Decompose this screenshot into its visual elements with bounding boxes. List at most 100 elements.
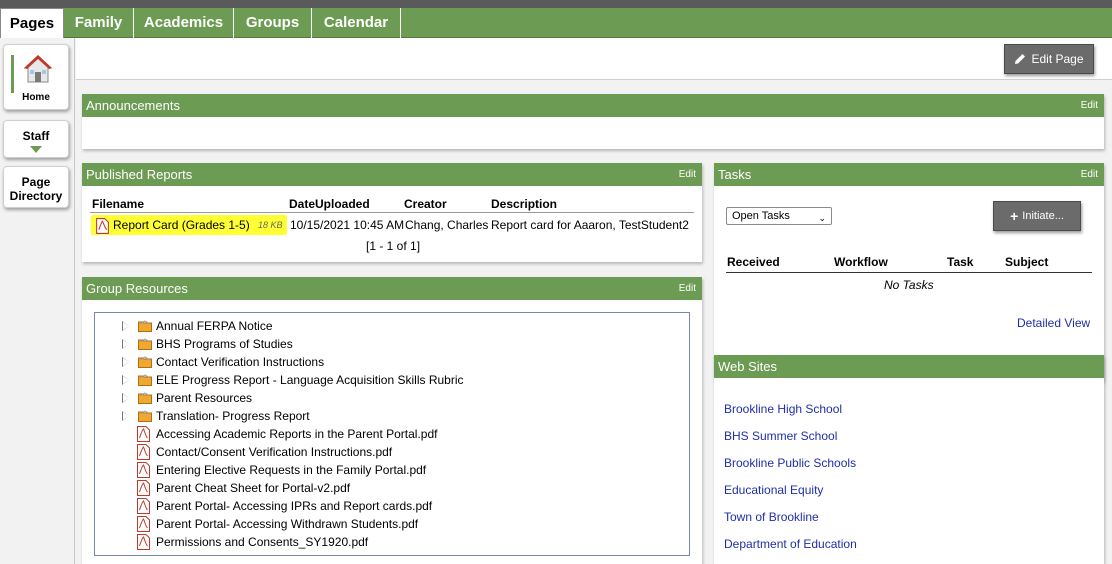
page-toolbar: Edit Page [76, 38, 1112, 80]
pdf-icon [137, 534, 150, 550]
tree-file[interactable]: Entering Elective Requests in the Family… [95, 461, 685, 479]
folder-icon [138, 374, 152, 386]
tree-folder[interactable]: Parent Resources [95, 389, 685, 407]
header-divider [90, 212, 694, 213]
tree-folder-label: Contact Verification Instructions [156, 355, 325, 369]
tree-file-label: Parent Portal- Accessing Withdrawn Stude… [156, 517, 419, 531]
folder-icon [138, 356, 152, 368]
tab-calendar[interactable]: Calendar [312, 8, 401, 38]
pdf-icon [137, 480, 150, 496]
nav-home-button[interactable]: Home [3, 44, 69, 110]
announcements-title: Announcements [86, 98, 180, 113]
website-link[interactable]: Educational Equity [724, 483, 823, 497]
tree-file[interactable]: Parent Portal- Accessing IPRs and Report… [95, 497, 685, 515]
tasks-edit-link[interactable]: Edit [1081, 163, 1098, 186]
edit-page-label: Edit Page [1031, 52, 1084, 66]
tree-file-label: Permissions and Consents_SY1920.pdf [156, 535, 369, 549]
tab-family[interactable]: Family [64, 8, 134, 38]
website-link[interactable]: Town of Brookline [724, 510, 819, 524]
tree-folder[interactable]: ELE Progress Report - Language Acquisiti… [95, 371, 685, 389]
folder-icon [138, 410, 152, 422]
published-reports-edit-link[interactable]: Edit [679, 163, 696, 186]
tab-academics[interactable]: Academics [134, 8, 234, 38]
task-filter-select[interactable]: Open Tasks ⌄ [726, 207, 832, 225]
initiate-label: Initiate... [1022, 210, 1064, 222]
plus-icon: + [1010, 208, 1019, 224]
pencil-icon [1015, 54, 1026, 64]
tree-file[interactable]: Contact/Consent Verification Instruction… [95, 443, 685, 461]
nav-page-directory-button[interactable]: Page Directory [3, 166, 69, 208]
detailed-view-link[interactable]: Detailed View [1017, 316, 1090, 330]
col-task: Task [947, 255, 974, 269]
announcements-panel: Announcements Edit [82, 94, 1104, 149]
initiate-button[interactable]: + Initiate... [993, 201, 1081, 231]
tree-file[interactable]: Parent Portal- Accessing Withdrawn Stude… [95, 515, 685, 533]
tree-folder-label: Annual FERPA Notice [156, 319, 273, 333]
nav-staff-button[interactable]: Staff [3, 120, 69, 158]
caret-down-icon [30, 146, 42, 153]
tree-folder-label: BHS Programs of Studies [156, 337, 293, 351]
tree-folder[interactable]: Contact Verification Instructions [95, 353, 685, 371]
top-strip [0, 0, 1112, 8]
tree-folder[interactable]: Annual FERPA Notice [95, 317, 685, 335]
published-reports-title: Published Reports [86, 167, 193, 182]
website-link[interactable]: Brookline Public Schools [724, 456, 856, 470]
tree-file[interactable]: Permissions and Consents_SY1920.pdf [95, 533, 685, 551]
pdf-icon [137, 462, 150, 478]
col-subject: Subject [1005, 255, 1049, 269]
tasks-header: Tasks Edit [714, 163, 1104, 186]
announcements-header: Announcements Edit [82, 94, 1104, 117]
col-workflow: Workflow [834, 255, 888, 269]
no-tasks-text: No Tasks [884, 278, 934, 292]
col-description: Description [491, 197, 558, 211]
tree-folder[interactable]: Translation- Progress Report [95, 407, 685, 425]
report-date-uploaded: 10/15/2021 10:45 AM [290, 218, 405, 232]
pdf-icon [137, 516, 150, 532]
published-reports-header: Published Reports Edit [82, 163, 702, 186]
col-date-uploaded: DateUploaded [289, 197, 370, 211]
nav-home-label: Home [22, 92, 50, 103]
tab-pages[interactable]: Pages [0, 8, 64, 39]
tree-file-label: Contact/Consent Verification Instruction… [156, 445, 393, 459]
tree-folder-label: Translation- Progress Report [156, 409, 310, 423]
tree-folder-label: ELE Progress Report - Language Acquisiti… [156, 373, 464, 387]
web-sites-panel: Web Sites Brookline High School BHS Summ… [714, 355, 1104, 564]
tree-file[interactable]: Accessing Academic Reports in the Parent… [95, 425, 685, 443]
announcements-edit-link[interactable]: Edit [1081, 94, 1098, 117]
nav-page-directory-label: Page Directory [9, 175, 63, 203]
col-creator: Creator [404, 197, 447, 211]
tab-groups[interactable]: Groups [234, 8, 312, 38]
web-sites-header: Web Sites [714, 355, 1104, 378]
pdf-icon [96, 218, 109, 234]
report-filename-link[interactable]: Report Card (Grades 1-5) [113, 218, 250, 232]
tree-file[interactable]: Parent Cheat Sheet for Portal-v2.pdf [95, 479, 685, 497]
tree-folder[interactable]: BHS Programs of Studies [95, 335, 685, 353]
tasks-panel: Tasks Edit Open Tasks ⌄ + Initiate... Re… [714, 163, 1104, 381]
pagination-text: [1 - 1 of 1] [366, 239, 421, 253]
group-resources-edit-link[interactable]: Edit [679, 277, 696, 300]
chevron-down-icon: ⌄ [818, 213, 826, 223]
report-file-size: 18 KB [258, 220, 283, 230]
tree-file-label: Parent Portal- Accessing IPRs and Report… [156, 499, 433, 513]
website-link[interactable]: BHS Summer School [724, 429, 837, 443]
pdf-icon [137, 444, 150, 460]
website-link[interactable]: Department of Education [724, 537, 857, 551]
edit-page-button[interactable]: Edit Page [1004, 44, 1094, 74]
folder-icon [138, 392, 152, 404]
task-filter-value: Open Tasks [732, 210, 790, 222]
tree-file-label: Entering Elective Requests in the Family… [156, 463, 427, 477]
report-description: Report card for Aaaron, TestStudent2 [491, 218, 689, 232]
tree-file-label: Accessing Academic Reports in the Parent… [156, 427, 438, 441]
tree-file-label: Parent Cheat Sheet for Portal-v2.pdf [156, 481, 351, 495]
house-icon [23, 55, 53, 83]
group-resources-panel: Group Resources Edit Annual FERPA Notice… [82, 277, 702, 564]
side-navigation: Home Staff Page Directory [0, 38, 75, 564]
website-link[interactable]: Brookline High School [724, 402, 842, 416]
group-resources-header: Group Resources Edit [82, 277, 702, 300]
active-indicator [11, 55, 14, 93]
tree-folder-label: Parent Resources [156, 391, 253, 405]
group-resources-title: Group Resources [86, 281, 188, 296]
tasks-title: Tasks [718, 167, 752, 182]
col-filename: Filename [92, 197, 145, 211]
main-tab-bar: Pages Family Academics Groups Calendar [0, 8, 1112, 39]
